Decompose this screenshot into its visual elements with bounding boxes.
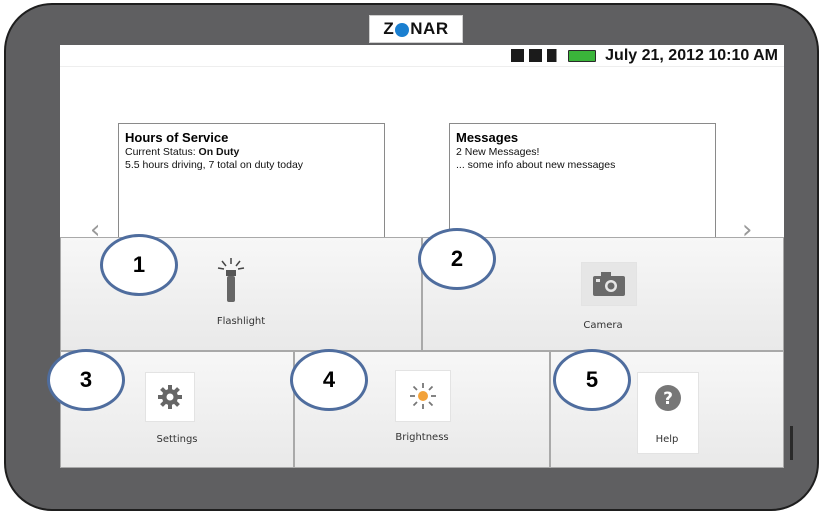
bluetooth-icon	[511, 49, 525, 62]
flashlight-label: Flashlight	[216, 316, 266, 327]
status-prefix: Current Status:	[125, 146, 196, 158]
hours-detail: 5.5 hours driving, 7 total on duty today	[125, 159, 304, 171]
side-handle	[790, 426, 793, 460]
camera-label: Camera	[583, 320, 623, 331]
question-icon: ?	[655, 385, 681, 411]
camera-icon	[581, 262, 637, 306]
flashlight-icon	[209, 256, 253, 306]
card-title: Messages	[456, 130, 519, 145]
signal-icon	[547, 49, 564, 62]
sun-icon	[395, 370, 451, 422]
wifi-icon	[529, 49, 543, 62]
callout-1: 1	[100, 234, 178, 296]
callout-5: 5	[553, 349, 631, 411]
messages-info: ... some info about new messages	[456, 159, 616, 171]
settings-label: Settings	[156, 434, 198, 445]
battery-icon	[568, 49, 597, 62]
svg-text:?: ?	[663, 389, 673, 409]
callout-3: 3	[47, 349, 125, 411]
hours-of-service-card[interactable]: Hours of Service Current Status: On Duty…	[118, 123, 385, 243]
status-value: On Duty	[198, 146, 240, 158]
callout-2: 2	[418, 228, 496, 290]
gear-icon	[145, 372, 195, 422]
messages-card[interactable]: Messages 2 New Messages! ... some info a…	[449, 123, 716, 243]
messages-count: 2 New Messages!	[456, 146, 540, 158]
brightness-label: Brightness	[395, 432, 449, 443]
callout-4: 4	[290, 349, 368, 411]
status-bar: July 21, 2012 10:10 AM	[60, 45, 784, 67]
zonar-logo: Z NAR	[369, 15, 463, 43]
status-datetime: July 21, 2012 10:10 AM	[605, 46, 778, 64]
help-label: Help	[655, 434, 679, 445]
current-status-line: Current Status: On Duty	[125, 146, 378, 159]
card-title: Hours of Service	[125, 130, 229, 145]
